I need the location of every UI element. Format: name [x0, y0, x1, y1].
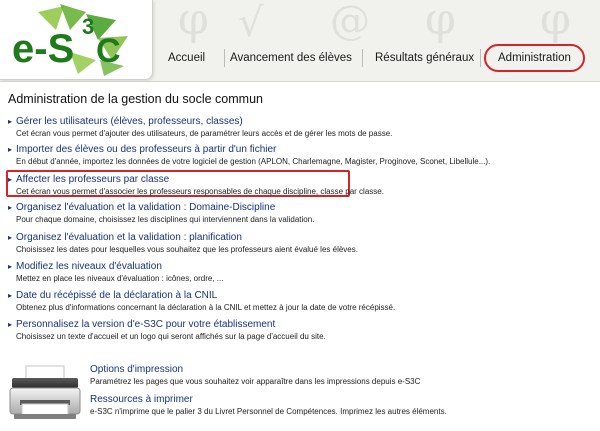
- header-bar: φ √ @ φ φ e-S 3 C Accueil Avancement des…: [0, 0, 600, 82]
- entry-link-niveaux-evaluation[interactable]: ▸ Modifiez les niveaux d'évaluation: [8, 261, 574, 273]
- nav-divider: [224, 49, 225, 67]
- background-phi-glyph-icon: φ: [178, 0, 209, 45]
- printer-icon[interactable]: [8, 364, 82, 424]
- entry-link-cnil[interactable]: ▸ Date du récépissé de la déclaration à l…: [8, 290, 574, 302]
- background-phi-glyph-icon: φ: [425, 0, 456, 45]
- logo-text-3: 3: [82, 14, 94, 39]
- entry-link-importer[interactable]: ▸ Importer des élèves ou des professeurs …: [8, 144, 574, 156]
- background-phi-glyph-icon: φ: [540, 0, 571, 45]
- print-options-block: Options d'impression Paramétrez les page…: [90, 364, 590, 387]
- admin-entry: ▸ Affecter les professeurs par classe Cet…: [8, 174, 574, 197]
- nav-item-administration[interactable]: Administration: [484, 44, 585, 72]
- nav-divider: [362, 49, 363, 67]
- admin-entry: ▸ Organisez l'évaluation et la validation…: [8, 202, 574, 225]
- entry-link-personnalisez[interactable]: ▸ Personnalisez la version d'e-S3C pour v…: [8, 319, 574, 331]
- logo-text-es: e-S: [12, 27, 74, 71]
- triangle-right-icon: ▸: [8, 117, 13, 126]
- print-resources-link[interactable]: Ressources à imprimer: [90, 394, 590, 406]
- entry-description: Pour chaque domaine, choisissez les disc…: [16, 215, 315, 224]
- admin-entry: ▸ Date du récépissé de la déclaration à l…: [8, 290, 574, 313]
- entry-link-affecter-professeurs[interactable]: ▸ Affecter les professeurs par classe: [8, 174, 574, 186]
- admin-entry: ▸ Modifiez les niveaux d'évaluation Mette…: [8, 261, 574, 284]
- background-root-glyph-icon: √: [238, 0, 264, 46]
- print-resources-description: e-S3C n'imprime que le palier 3 du Livre…: [90, 407, 447, 416]
- admin-entry: ▸ Personnalisez la version d'e-S3C pour v…: [8, 319, 574, 342]
- main-nav: Accueil Avancement des élèves Résultats …: [158, 44, 600, 72]
- entry-description: En début d'année, importez les données d…: [16, 157, 491, 166]
- logo-panel: e-S 3 C: [0, 0, 153, 80]
- e-s3c-logo[interactable]: e-S 3 C: [0, 0, 153, 80]
- entry-description: Choisissez un texte d'accueil et un logo…: [16, 332, 326, 341]
- nav-divider: [480, 49, 481, 67]
- nav-item-avancement[interactable]: Avancement des élèves: [230, 44, 352, 72]
- admin-entry: ▸ Importer des élèves ou des professeurs …: [8, 144, 574, 167]
- entry-link-planification[interactable]: ▸ Organisez l'évaluation et la validation…: [8, 232, 574, 244]
- entry-link-domaine-discipline[interactable]: ▸ Organisez l'évaluation et la validation…: [8, 202, 574, 214]
- background-at-glyph-icon: @: [330, 0, 370, 44]
- triangle-right-icon: ▸: [8, 145, 13, 154]
- triangle-right-icon: ▸: [8, 233, 13, 242]
- triangle-right-icon: ▸: [8, 291, 13, 300]
- entry-description: Mettez en place les niveaux d'évaluation…: [16, 274, 224, 283]
- logo-text-c: C: [96, 32, 121, 70]
- nav-item-resultats[interactable]: Résultats généraux: [375, 44, 474, 72]
- print-options-description: Paramétrez les pages que vous souhaitez …: [90, 377, 421, 386]
- nav-item-accueil[interactable]: Accueil: [168, 44, 205, 72]
- print-options-link[interactable]: Options d'impression: [90, 364, 590, 376]
- entry-link-gerer-utilisateurs[interactable]: ▸ Gérer les utilisateurs (élèves, profess…: [8, 116, 574, 128]
- triangle-right-icon: ▸: [8, 175, 13, 184]
- admin-entry: ▸ Organisez l'évaluation et la validation…: [8, 232, 574, 255]
- entry-description: Cet écran vous permet d'ajouter des util…: [16, 129, 393, 138]
- entry-description: Choisissez les dates pour lesquelles vou…: [16, 245, 358, 254]
- page-title: Administration de la gestion du socle co…: [8, 92, 263, 106]
- entry-description: Cet écran vous permet d'associer les pro…: [16, 187, 384, 196]
- entry-description: Obtenez plus d'informations concernant l…: [16, 303, 396, 312]
- admin-entry: ▸ Gérer les utilisateurs (élèves, profess…: [8, 116, 574, 139]
- print-resources-block: Ressources à imprimer e-S3C n'imprime qu…: [90, 394, 590, 417]
- triangle-right-icon: ▸: [8, 203, 13, 212]
- triangle-right-icon: ▸: [8, 320, 13, 329]
- triangle-right-icon: ▸: [8, 262, 13, 271]
